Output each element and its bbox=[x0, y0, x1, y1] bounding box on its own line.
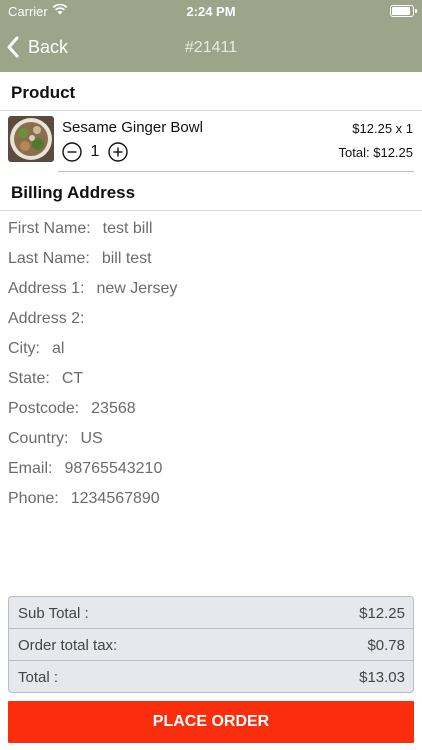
order-number-title: #21411 bbox=[184, 39, 238, 56]
field-label: First Name: bbox=[8, 220, 91, 237]
field-label: City: bbox=[8, 340, 40, 357]
state-row: State: CT bbox=[8, 370, 83, 388]
phone-row: Phone: 1234567890 bbox=[8, 490, 160, 508]
field-label: Postcode: bbox=[8, 400, 80, 417]
field-label: Address 2: bbox=[8, 310, 85, 327]
field-value: 98765543210 bbox=[64, 460, 163, 477]
field-label: Email: bbox=[8, 460, 53, 477]
field-value: al bbox=[52, 340, 65, 357]
field-label: Phone: bbox=[8, 490, 59, 507]
divider bbox=[0, 110, 422, 111]
product-image bbox=[8, 116, 54, 162]
summary-label: Total : bbox=[18, 669, 59, 686]
city-row: City: al bbox=[8, 340, 64, 358]
last-name-row: Last Name: bill test bbox=[8, 250, 152, 268]
field-value: US bbox=[80, 430, 103, 447]
item-total: Total: $12.25 bbox=[338, 145, 413, 160]
field-label: Country: bbox=[8, 430, 69, 447]
unit-price: $12.25 x 1 bbox=[352, 121, 413, 136]
navigation-bar: Carrier 2:24 PM Back #21411 bbox=[0, 0, 422, 72]
field-label: State: bbox=[8, 370, 50, 387]
first-name-row: First Name: test bill bbox=[8, 220, 152, 238]
address-1-row: Address 1: new Jersey bbox=[8, 280, 177, 298]
status-time: 2:24 PM bbox=[186, 4, 236, 19]
address-2-row: Address 2: bbox=[8, 310, 96, 328]
divider bbox=[58, 171, 414, 172]
status-bar: Carrier 2:24 PM bbox=[0, 0, 422, 22]
field-label: Address 1: bbox=[8, 280, 85, 297]
summary-label: Sub Total : bbox=[18, 605, 89, 622]
summary-value: $12.25 bbox=[359, 605, 405, 622]
total-row: Total : $13.03 bbox=[9, 661, 413, 693]
battery-icon bbox=[390, 5, 417, 17]
place-order-button[interactable]: PLACE ORDER bbox=[8, 701, 414, 743]
summary-value: $13.03 bbox=[359, 669, 405, 686]
minus-circle-icon[interactable] bbox=[62, 142, 82, 162]
email-row: Email: 98765543210 bbox=[8, 460, 162, 478]
plus-circle-icon[interactable] bbox=[108, 142, 128, 162]
quantity-stepper: 1 bbox=[62, 142, 128, 162]
product-name: Sesame Ginger Bowl bbox=[62, 119, 203, 136]
tax-row: Order total tax: $0.78 bbox=[9, 629, 413, 661]
field-value: CT bbox=[61, 370, 84, 387]
subtotal-row: Sub Total : $12.25 bbox=[9, 597, 413, 629]
product-section-title: Product bbox=[11, 83, 76, 102]
field-label: Last Name: bbox=[8, 250, 90, 267]
summary-label: Order total tax: bbox=[18, 637, 118, 654]
summary-value: $0.78 bbox=[367, 637, 405, 654]
field-value: new Jersey bbox=[96, 280, 178, 297]
order-summary: Sub Total : $12.25 Order total tax: $0.7… bbox=[8, 596, 414, 693]
field-value: bill test bbox=[101, 250, 152, 267]
field-value: test bill bbox=[102, 220, 153, 237]
quantity-value: 1 bbox=[90, 143, 100, 160]
divider bbox=[0, 210, 422, 211]
billing-section-title: Billing Address bbox=[11, 183, 136, 202]
postcode-row: Postcode: 23568 bbox=[8, 400, 136, 418]
field-value: 23568 bbox=[91, 400, 136, 417]
field-value: 1234567890 bbox=[70, 490, 160, 507]
country-row: Country: US bbox=[8, 430, 103, 448]
